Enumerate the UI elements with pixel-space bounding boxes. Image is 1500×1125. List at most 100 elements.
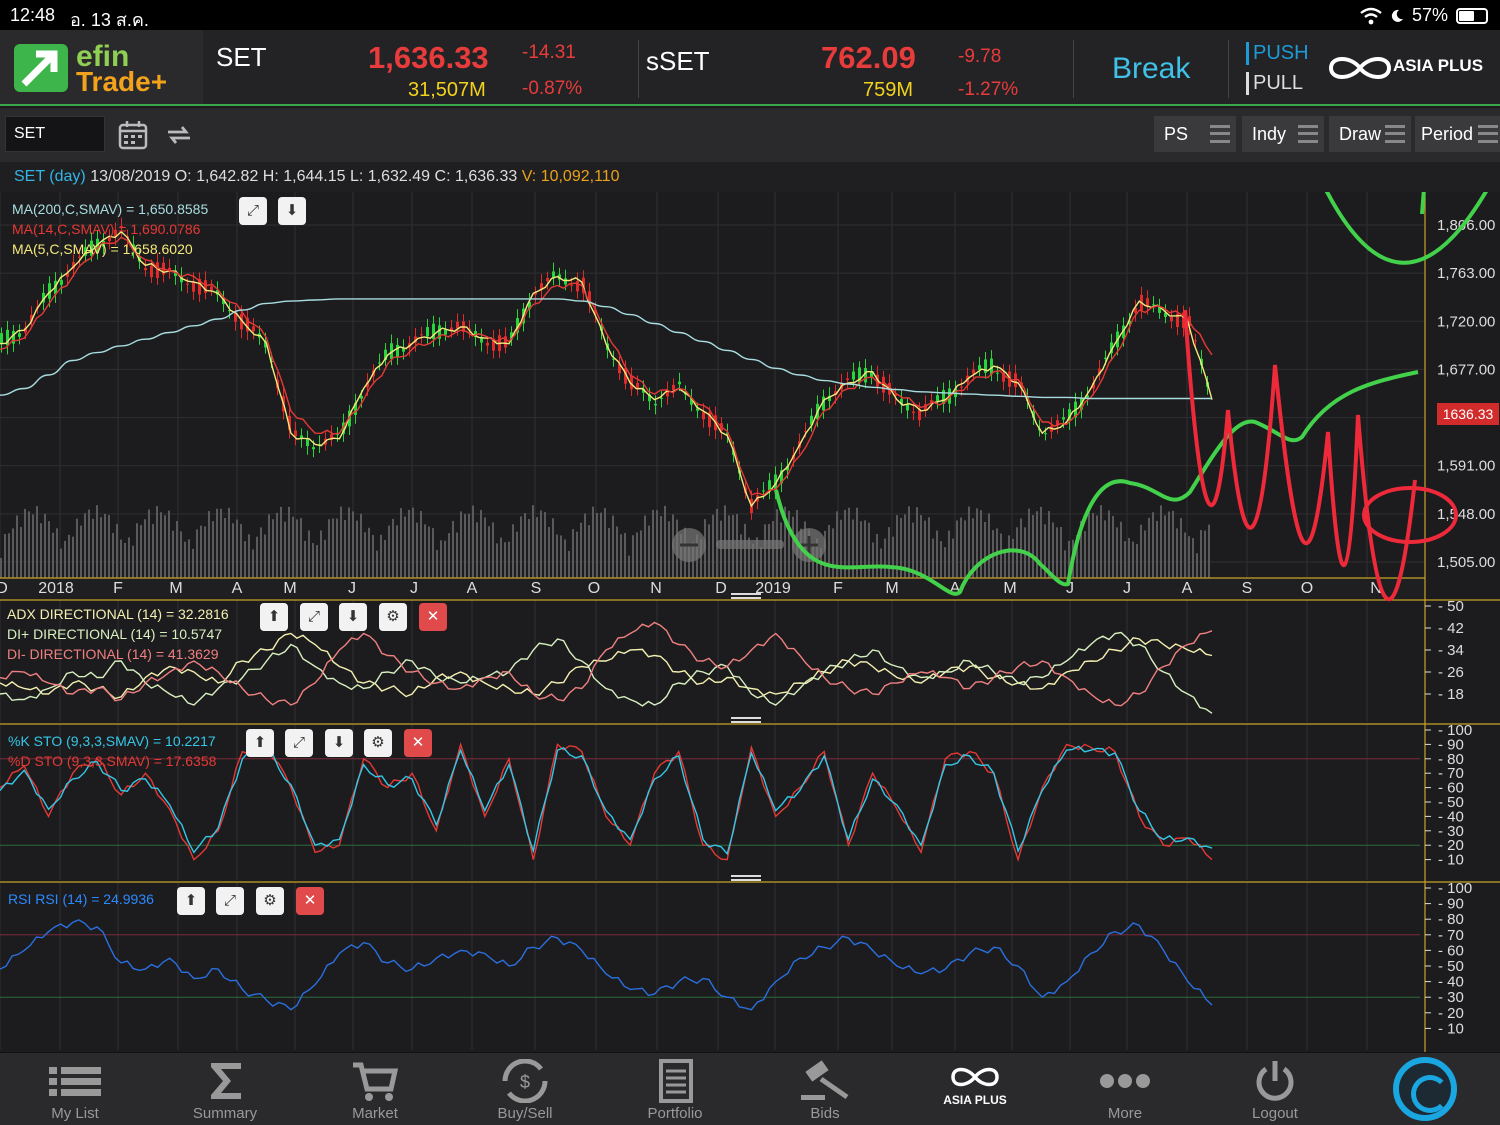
- tab-my-list[interactable]: My List: [0, 1053, 150, 1125]
- set-index-name[interactable]: SET: [216, 42, 267, 73]
- volume-bar: [1060, 526, 1062, 578]
- volume-bar: [492, 522, 494, 578]
- volume-bar: [392, 518, 394, 578]
- settings-gear-icon[interactable]: ⚙: [379, 603, 407, 631]
- volume-bar: [1004, 551, 1006, 578]
- volume-bar: [1192, 538, 1194, 578]
- move-up-button[interactable]: ⬆: [246, 729, 274, 757]
- candle-body: [552, 271, 555, 278]
- volume-bar: [532, 505, 534, 578]
- y-tick-label: 1,763.00: [1437, 265, 1495, 282]
- volume-bar: [540, 510, 542, 578]
- indy-button-label: Indy: [1252, 124, 1287, 144]
- efin-logo[interactable]: efin Trade+: [0, 30, 203, 104]
- push-button[interactable]: PUSH: [1246, 42, 1309, 65]
- menu-lines-icon: [1298, 125, 1318, 143]
- rsi-legend: RSI RSI (14) = 24.9936: [8, 889, 154, 909]
- battery-fill: [1459, 10, 1474, 21]
- move-up-button[interactable]: ⬆: [177, 887, 205, 915]
- volume-bar: [1188, 536, 1190, 578]
- volume-bar: [408, 509, 410, 578]
- volume-bar: [212, 521, 214, 578]
- move-down-button[interactable]: ⬇: [339, 603, 367, 631]
- volume-bar: [632, 535, 634, 578]
- ps-button[interactable]: PS: [1154, 116, 1236, 152]
- expand-button[interactable]: ⤢: [300, 603, 328, 631]
- calendar-icon[interactable]: [118, 120, 148, 150]
- volume-bar: [1008, 535, 1010, 578]
- volume-bar: [940, 541, 942, 578]
- candle-body: [576, 281, 579, 292]
- candle-body: [960, 386, 963, 388]
- volume-bar: [384, 539, 386, 578]
- refresh-icon[interactable]: [164, 120, 194, 150]
- tab-buy-sell[interactable]: $ Buy/Sell: [450, 1053, 600, 1125]
- volume-bar: [400, 508, 402, 578]
- y-tick-label: - 10: [1438, 1020, 1464, 1037]
- symbol-input[interactable]: SET: [5, 116, 105, 152]
- open-value: 1,642.82: [196, 168, 259, 185]
- volume-bar: [8, 533, 10, 578]
- tab-summary[interactable]: Summary: [150, 1053, 300, 1125]
- tab-bids[interactable]: Bids: [750, 1053, 900, 1125]
- expand-button[interactable]: ⤢: [239, 197, 267, 225]
- x-tick-label: F: [113, 580, 123, 597]
- volume-bar: [576, 531, 578, 578]
- draw-button-label: Draw: [1339, 124, 1382, 144]
- candle-body: [504, 336, 507, 348]
- volume-bar: [1092, 512, 1094, 578]
- floating-action-button[interactable]: [1393, 1057, 1457, 1121]
- sset-index-name[interactable]: sSET: [646, 46, 710, 77]
- tab-more[interactable]: More: [1050, 1053, 1200, 1125]
- more-dots-icon: [1100, 1074, 1150, 1088]
- volume-bar: [36, 506, 38, 578]
- tab-market[interactable]: Market: [300, 1053, 450, 1125]
- volume-bar: [832, 528, 834, 578]
- volume-bar: [448, 533, 450, 578]
- x-tick-label: J: [410, 580, 418, 597]
- volume-bar: [892, 536, 894, 578]
- tab-label: More: [1107, 1105, 1143, 1122]
- tab-portfolio[interactable]: Portfolio: [600, 1053, 750, 1125]
- settings-gear-icon[interactable]: ⚙: [364, 729, 392, 757]
- volume-bar: [128, 537, 130, 578]
- volume-bar: [864, 520, 866, 578]
- stok-legend-line: %K STO (9,3,3,SMAV) = 10.2217: [8, 733, 216, 749]
- expand-button[interactable]: ⤢: [216, 887, 244, 915]
- settings-gear-icon[interactable]: ⚙: [256, 887, 284, 915]
- y-tick-label: - 50: [1438, 598, 1464, 615]
- volume-bar: [292, 516, 294, 578]
- volume-bar: [460, 511, 462, 578]
- divider: [1228, 40, 1229, 98]
- volume-bar: [136, 523, 138, 578]
- candle-body: [1170, 316, 1173, 322]
- y-tick-label: 1,677.00: [1437, 361, 1495, 378]
- wifi-icon: [1360, 7, 1382, 24]
- tab-logout[interactable]: Logout: [1200, 1053, 1350, 1125]
- expand-button[interactable]: ⤢: [285, 729, 313, 757]
- tab-asia-plus[interactable]: ASIA PLUS: [900, 1053, 1050, 1125]
- volume-bar: [884, 538, 886, 578]
- indy-button[interactable]: Indy: [1242, 116, 1324, 152]
- y-tick-label: - 30: [1438, 989, 1464, 1006]
- y-tick-label: - 26: [1438, 664, 1464, 681]
- volume-bar: [372, 535, 374, 578]
- candle-body: [312, 447, 315, 450]
- candle-body: [252, 326, 255, 332]
- draw-button[interactable]: Draw: [1329, 116, 1411, 152]
- close-panel-button[interactable]: ✕: [404, 729, 432, 757]
- move-down-button[interactable]: ⬇: [325, 729, 353, 757]
- close-panel-button[interactable]: ✕: [296, 887, 324, 915]
- close-panel-button[interactable]: ✕: [419, 603, 447, 631]
- volume-bar: [636, 532, 638, 578]
- volume-bar: [252, 549, 254, 578]
- volume-bar: [220, 508, 222, 578]
- pull-button[interactable]: PULL: [1246, 72, 1303, 95]
- volume-bar: [80, 525, 82, 578]
- break-button[interactable]: Break: [1112, 52, 1190, 86]
- period-button[interactable]: Period: [1415, 116, 1500, 152]
- move-up-button[interactable]: ⬆: [260, 603, 288, 631]
- volume-bar: [828, 524, 830, 578]
- move-down-button[interactable]: ⬇: [278, 197, 306, 225]
- volume-bar: [616, 526, 618, 578]
